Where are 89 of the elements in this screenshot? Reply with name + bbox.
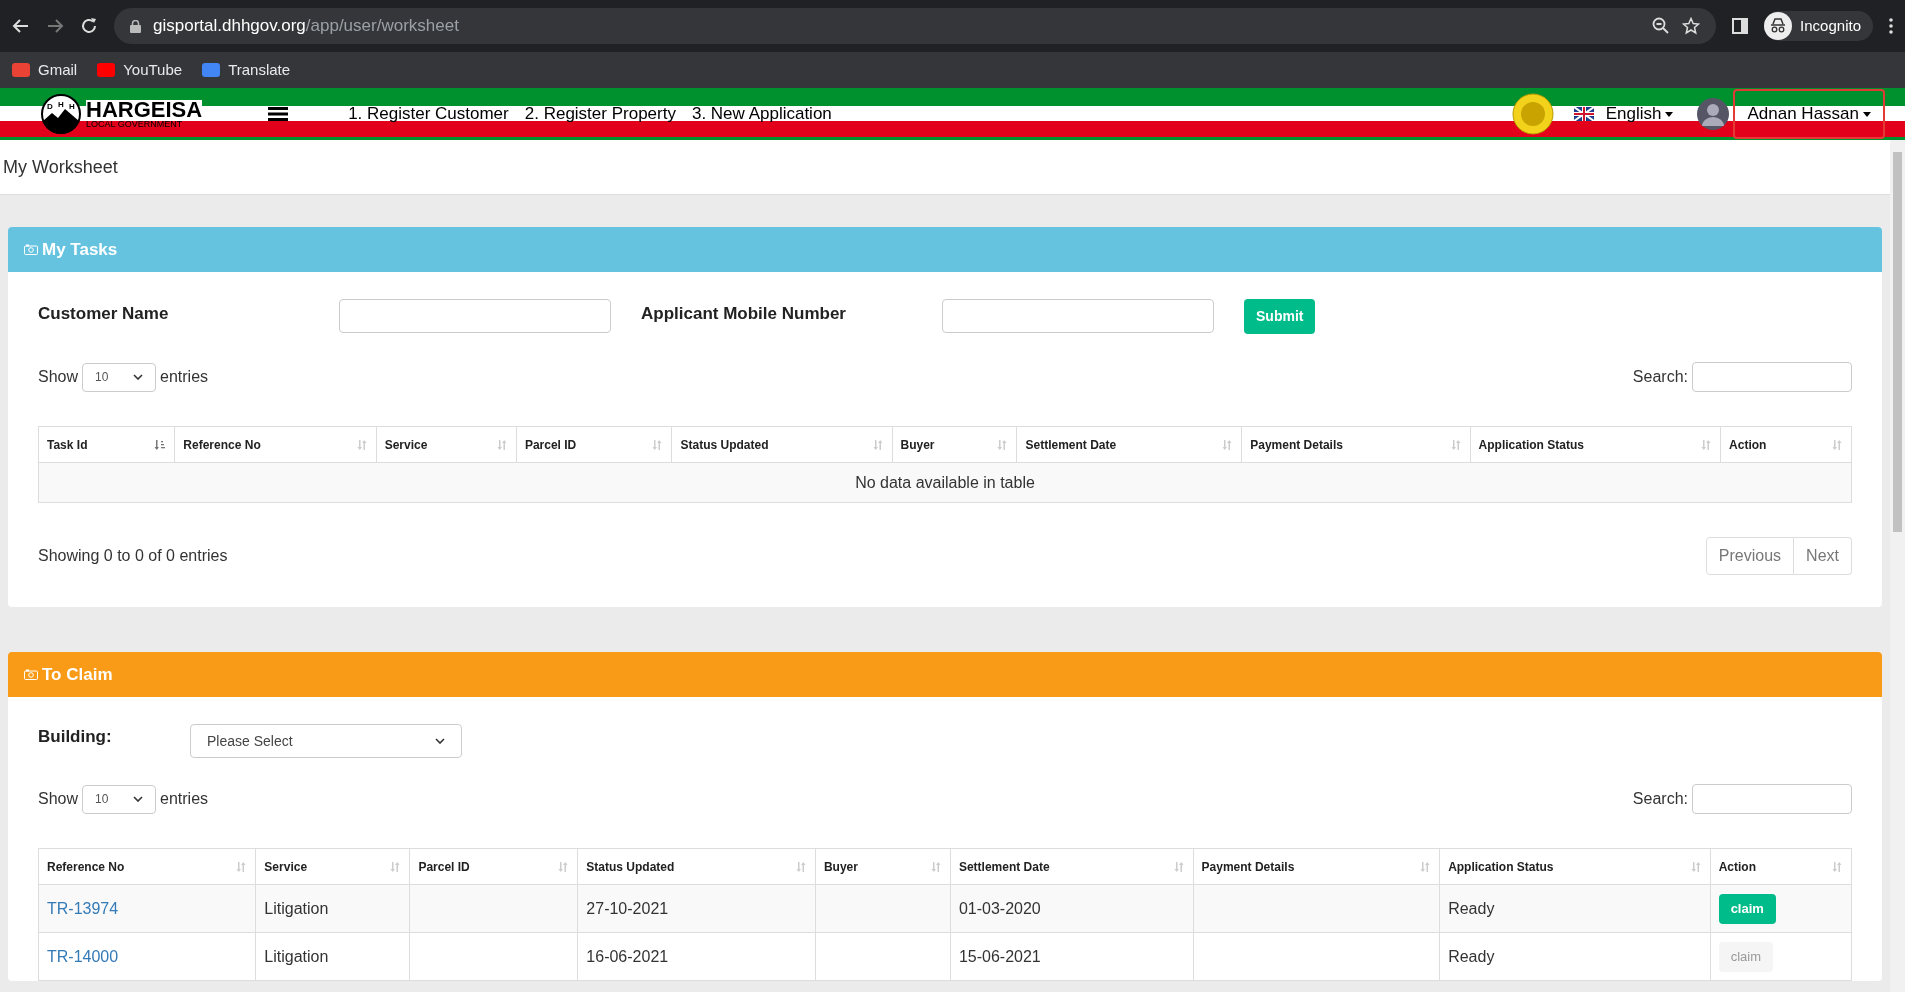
column-header[interactable]: Service: [376, 426, 517, 463]
bookmark[interactable]: Gmail: [12, 58, 78, 82]
caret-icon: [1665, 111, 1674, 117]
field-label: Applicant Mobile Number: [641, 303, 847, 325]
nav-link[interactable]: 3. New Application: [691, 101, 832, 127]
text-field[interactable]: [942, 299, 1214, 333]
panel-title: My Tasks: [42, 238, 118, 261]
star-icon[interactable]: [1682, 17, 1701, 35]
entries-label: entries: [160, 789, 209, 809]
column-header[interactable]: Status Updated: [577, 848, 816, 885]
caret-icon: [1863, 111, 1871, 117]
logo-title: HARGEISA: [86, 99, 203, 120]
column-header[interactable]: Buyer: [892, 426, 1017, 463]
table-cell: Litigation: [255, 884, 410, 933]
search-label: Search:: [1632, 367, 1688, 387]
logo-emblem: D H H: [40, 93, 82, 135]
column-header[interactable]: Settlement Date: [950, 848, 1194, 885]
back-icon[interactable]: [12, 17, 30, 35]
avatar-icon: [1697, 98, 1730, 130]
reference-link[interactable]: TR-13974: [47, 899, 119, 917]
emblem-icon: [1511, 93, 1554, 135]
address-bar[interactable]: gisportal.dhhgov.org/app/user/worksheet: [114, 8, 1717, 44]
menu-icon[interactable]: [268, 107, 289, 121]
table-cell: Ready: [1439, 932, 1711, 981]
table-cell: 27-10-2021: [577, 884, 816, 933]
empty-table-message: No data available in table: [38, 462, 1852, 503]
search-label: Search:: [1632, 789, 1688, 809]
text-field[interactable]: [339, 299, 611, 333]
bookmark-favicon-icon: [12, 63, 30, 77]
bookmark-favicon-icon: [97, 63, 116, 77]
chevron-down-icon: [133, 374, 144, 380]
user-dropdown[interactable]: Adnan Hassan: [1733, 89, 1885, 139]
column-header[interactable]: Payment Details: [1241, 426, 1471, 463]
more-vertical-icon[interactable]: [1889, 18, 1893, 34]
bookmark[interactable]: Translate: [202, 58, 291, 82]
column-header[interactable]: Parcel ID: [409, 848, 578, 885]
url-text: gisportal.dhhgov.org/app/user/worksheet: [153, 15, 459, 38]
camera-icon: [24, 244, 38, 255]
camera-icon: [24, 669, 38, 680]
language-dropdown[interactable]: English: [1605, 101, 1674, 127]
column-header[interactable]: Task Id: [38, 426, 175, 463]
panel-title: To Claim: [42, 663, 113, 686]
side-panel-icon[interactable]: [1732, 18, 1749, 34]
column-header[interactable]: Reference No: [174, 426, 377, 463]
search-field[interactable]: [1692, 784, 1852, 814]
column-header[interactable]: Settlement Date: [1017, 426, 1242, 463]
forward-icon[interactable]: [46, 17, 64, 35]
reference-link[interactable]: TR-14000: [47, 947, 119, 965]
column-header[interactable]: Parcel ID: [516, 426, 672, 463]
page-size-select[interactable]: 10: [82, 784, 157, 814]
column-header[interactable]: Application Status: [1470, 426, 1721, 463]
bookmark[interactable]: YouTube: [97, 58, 183, 82]
column-header[interactable]: Action: [1710, 848, 1852, 885]
nav-link[interactable]: 2. Register Property: [524, 101, 676, 127]
chevron-down-icon: [133, 796, 144, 802]
show-label: Show: [38, 789, 79, 809]
column-header[interactable]: Action: [1720, 426, 1852, 463]
page-title: My Worksheet: [3, 155, 118, 179]
pager-button[interactable]: Previous: [1705, 537, 1795, 575]
column-header[interactable]: Buyer: [815, 848, 951, 885]
column-header[interactable]: Status Updated: [671, 426, 892, 463]
reload-icon[interactable]: [80, 17, 98, 35]
table-cell: Ready: [1439, 884, 1711, 933]
logo-subtitle: LOCAL GOVERNMENT: [86, 119, 184, 129]
table-cell: Litigation: [255, 932, 410, 981]
table-info: Showing 0 to 0 of 0 entries: [38, 546, 228, 566]
table-cell: 16-06-2021: [577, 932, 816, 981]
table-cell: 01-03-2020: [950, 884, 1194, 933]
column-header[interactable]: Payment Details: [1193, 848, 1440, 885]
chevron-down-icon: [435, 738, 445, 744]
show-label: Show: [38, 367, 79, 387]
column-header[interactable]: Application Status: [1439, 848, 1711, 885]
table-cell: 15-06-2021: [950, 932, 1194, 981]
incognito-icon: [1764, 12, 1793, 40]
flag-icon: [1573, 107, 1594, 121]
pager-button[interactable]: Next: [1794, 537, 1852, 575]
nav-link[interactable]: 1. Register Customer: [348, 101, 509, 127]
field-label: Building:: [38, 726, 113, 748]
bookmark-favicon-icon: [202, 63, 221, 77]
profile-chip[interactable]: Incognito: [1764, 11, 1873, 41]
lock-icon: [130, 19, 141, 33]
search-field[interactable]: [1692, 362, 1852, 392]
column-header[interactable]: Reference No: [38, 848, 256, 885]
building-select[interactable]: Please Select: [190, 724, 462, 758]
zoom-out-icon[interactable]: [1652, 17, 1671, 35]
entries-label: entries: [160, 367, 209, 387]
page-size-select[interactable]: 10: [82, 362, 157, 392]
column-header[interactable]: Service: [255, 848, 410, 885]
field-label: Customer Name: [38, 303, 170, 325]
